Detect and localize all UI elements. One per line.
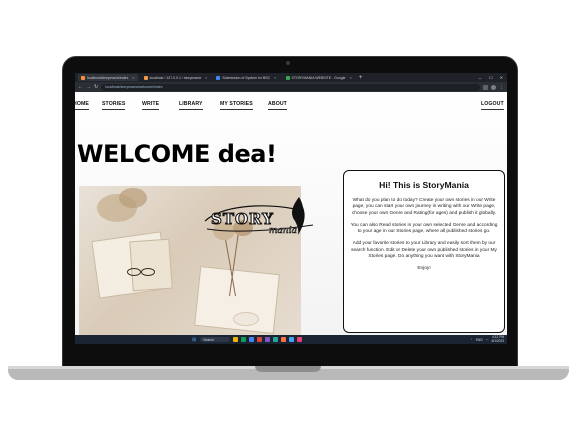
close-tab-icon[interactable]: ×	[132, 75, 134, 80]
app-icon[interactable]	[265, 337, 271, 342]
logout-button[interactable]: LOGOUT	[481, 101, 504, 110]
app-icon[interactable]	[297, 337, 303, 342]
dried-flowers	[119, 188, 147, 208]
app-icon[interactable]	[273, 337, 279, 342]
tray-chevron-icon[interactable]: ⌃	[470, 338, 473, 342]
reload-icon[interactable]: ↻	[94, 84, 98, 90]
storymania-logo: STORY mania	[204, 197, 314, 236]
browser-tab-strip: localhost/storymania/index × localhost /…	[75, 73, 507, 82]
close-window-icon[interactable]: ✕	[500, 75, 503, 80]
edge-icon[interactable]	[249, 337, 255, 342]
open-book-page	[129, 238, 173, 292]
browser-tab[interactable]: STORYMANIA WEBSITE - Google ×	[283, 74, 355, 81]
close-tab-icon[interactable]: ×	[274, 75, 276, 80]
tab-favicon-icon	[285, 75, 290, 80]
tab-label: localhost / 127.0.0.1 / storymania	[149, 75, 201, 80]
cup	[233, 312, 259, 326]
profile-icon[interactable]	[491, 84, 496, 90]
menu-icon[interactable]: ⋮	[499, 84, 504, 90]
glasses-left-lens	[127, 268, 141, 276]
svg-text:mania: mania	[269, 226, 297, 236]
browser-tab[interactable]: localhost/storymania/index ×	[78, 74, 138, 81]
start-icon[interactable]: ⊞	[192, 337, 196, 343]
svg-text:STORY: STORY	[211, 210, 274, 228]
window-controls: — ☐ ✕	[478, 75, 507, 80]
welcome-heading: WELCOME dea!	[77, 140, 277, 168]
app-icon[interactable]	[289, 337, 295, 342]
glasses-right-lens	[141, 268, 155, 276]
nav-about[interactable]: ABOUT	[268, 101, 287, 110]
nav-stories[interactable]: STORIES	[102, 101, 126, 110]
laptop-mockup: localhost/storymania/index × localhost /…	[0, 0, 577, 433]
card-paragraph: Add your favorite stories to your Librar…	[351, 241, 497, 260]
address-bar[interactable]: localhost/storymania/welcome/index	[101, 83, 480, 91]
top-navigation: HOME STORIES WRITE LIBRARY MY STORIES AB…	[75, 92, 507, 118]
intro-card: Hi! This is StoryMania What do you plan …	[343, 170, 505, 333]
tab-label: Submission of System for BSC	[222, 75, 271, 80]
storymania-page: HOME STORIES WRITE LIBRARY MY STORIES AB…	[75, 92, 507, 335]
nav-home[interactable]: HOME	[75, 101, 89, 110]
taskbar-search-label: Search	[203, 337, 214, 342]
close-tab-icon[interactable]: ×	[349, 75, 351, 80]
maximize-icon[interactable]: ☐	[489, 75, 493, 80]
tab-favicon-icon	[143, 75, 148, 80]
browser-tab[interactable]: Submission of System for BSC ×	[213, 74, 279, 81]
taskbar-search[interactable]: Search	[200, 337, 231, 342]
wifi-icon[interactable]: ◠	[486, 338, 489, 342]
nav-my-stories[interactable]: MY STORIES	[220, 101, 253, 110]
card-paragraph: You can also Read stories in your own se…	[350, 222, 498, 235]
os-taskbar: ⊞ Search ⌃ ENG ◠ 4:12 PM 6/1/2023	[75, 335, 507, 344]
tab-favicon-icon	[216, 75, 221, 80]
new-tab-button[interactable]: +	[359, 75, 363, 81]
laptop-screen: localhost/storymania/index × localhost /…	[75, 73, 507, 344]
browser-toolbar: ← → ↻ localhost/storymania/welcome/index…	[75, 82, 507, 92]
system-tray: ⌃ ENG ◠ 4:12 PM 6/1/2023	[470, 335, 507, 343]
forward-icon[interactable]: →	[86, 84, 91, 90]
app-icon[interactable]	[241, 337, 247, 342]
card-title: Hi! This is StoryMania	[379, 180, 469, 190]
close-tab-icon[interactable]: ×	[205, 75, 207, 80]
back-icon[interactable]: ←	[78, 84, 83, 90]
tab-favicon-icon	[81, 75, 85, 80]
file-explorer-icon[interactable]	[233, 337, 239, 342]
nav-library[interactable]: LIBRARY	[179, 101, 203, 110]
address-url: localhost/storymania/welcome/index	[105, 85, 163, 89]
browser-tab[interactable]: localhost / 127.0.0.1 / storymania ×	[141, 74, 211, 81]
card-paragraph: What do you plan to do today? Create you…	[351, 198, 497, 216]
minimize-icon[interactable]: —	[478, 75, 482, 80]
webcam	[286, 61, 290, 65]
laptop-lid-notch	[255, 366, 321, 372]
chrome-icon[interactable]	[257, 337, 263, 342]
tab-label: localhost/storymania/index	[87, 75, 129, 80]
card-paragraph: Enjoy!	[417, 266, 431, 272]
clock[interactable]: 4:12 PM 6/1/2023	[491, 335, 504, 343]
extension-icon[interactable]	[483, 84, 488, 90]
language-indicator[interactable]: ENG	[476, 338, 483, 342]
clock-date: 6/1/2023	[491, 338, 504, 343]
nav-write[interactable]: WRITE	[142, 101, 160, 110]
tab-label: STORYMANIA WEBSITE - Google	[291, 75, 346, 80]
app-icon[interactable]	[281, 337, 287, 342]
